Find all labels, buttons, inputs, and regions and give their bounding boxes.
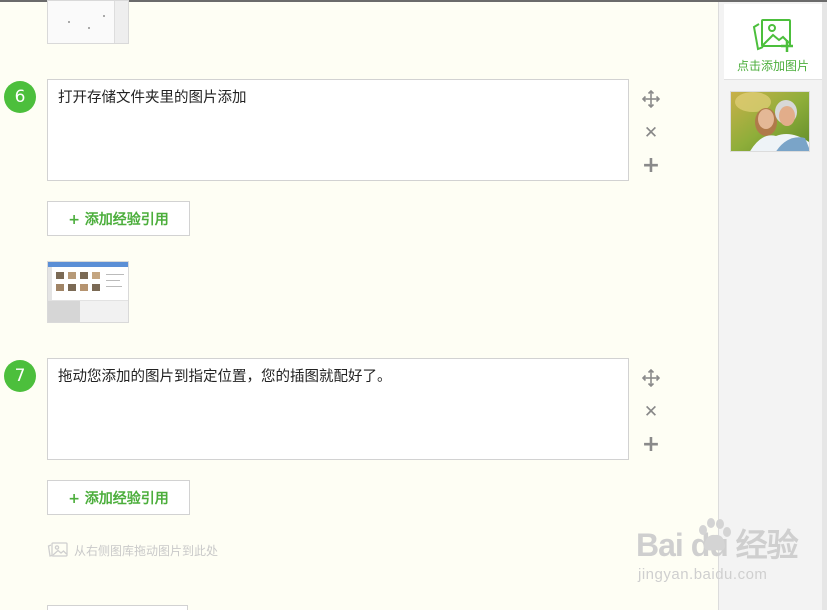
image-icon — [47, 542, 68, 557]
sidebar-scrollbar[interactable] — [822, 2, 827, 610]
step-image-thumbnail[interactable] — [47, 261, 129, 323]
step-text-input[interactable]: 拖动您添加的图片到指定位置，您的插图就配好了。 — [47, 358, 629, 460]
close-icon[interactable]: ✕ — [640, 401, 662, 423]
drag-hint-text: 从右侧图库拖动图片到此处 — [74, 543, 219, 558]
add-reference-button[interactable]: + 添加经验引用 — [47, 201, 190, 236]
watermark-url: jingyan.baidu.com — [638, 566, 768, 583]
add-image-button[interactable]: 点击添加图片 — [724, 4, 822, 80]
step-image-thumbnail[interactable] — [47, 0, 129, 44]
close-icon[interactable]: ✕ — [640, 122, 662, 144]
add-image-icon — [752, 19, 793, 52]
add-reference-button[interactable]: + 添加经验引用 — [47, 480, 190, 515]
image-drop-zone[interactable]: 从右侧图库拖动图片到此处 — [47, 541, 218, 559]
add-image-label: 点击添加图片 — [736, 59, 809, 73]
step-text-input[interactable]: 打开存储文件夹里的图片添加 — [47, 79, 629, 181]
paw-icon — [699, 518, 731, 551]
plus-icon[interactable]: + — [640, 153, 662, 178]
step-number-badge: 6 — [4, 81, 36, 113]
move-icon[interactable] — [640, 88, 662, 110]
add-reference-button-partial[interactable] — [47, 605, 188, 610]
library-image-thumbnail[interactable] — [730, 91, 810, 152]
move-icon[interactable] — [640, 367, 662, 389]
step-number-badge: 7 — [4, 360, 36, 392]
baidu-jingyan-watermark: Bai du 经验 jingyan.baidu.com — [636, 518, 799, 592]
step-editor: 6 打开存储文件夹里的图片添加 ✕ + + 添加经验引用 7 拖动您添加的图片到… — [0, 0, 718, 610]
plus-icon[interactable]: + — [640, 432, 662, 457]
